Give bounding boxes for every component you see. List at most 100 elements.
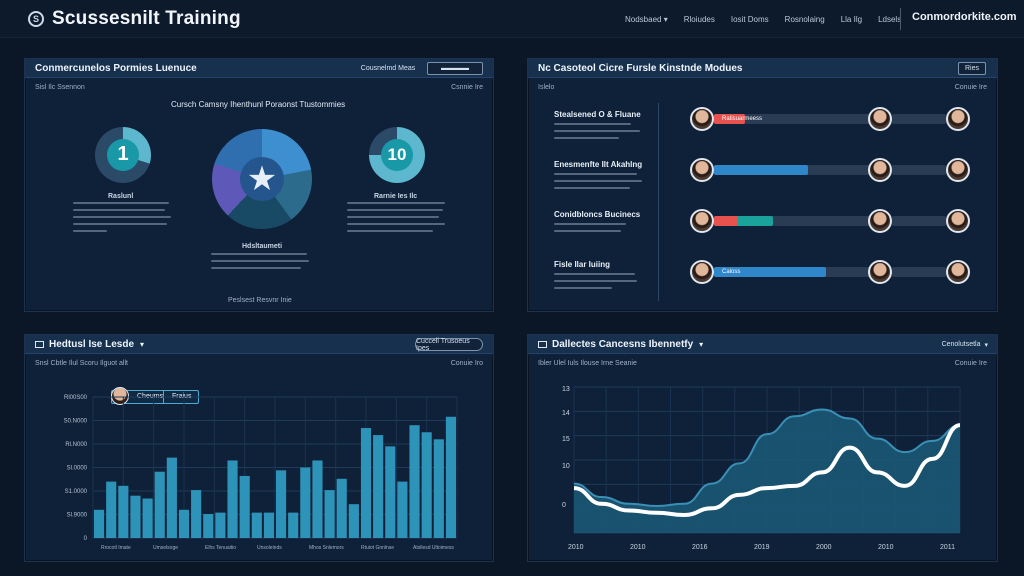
x-tick-label: Elhs Tenuaitio [205,545,236,551]
bar[interactable] [178,509,190,538]
avatar[interactable] [690,260,714,284]
module-title: Conidbloncs Bucinecs [554,210,641,219]
bar[interactable] [324,490,335,538]
panel-action-button[interactable]: Ries [958,62,986,75]
y-tick-label: S1.0000 [65,489,88,495]
progress-track [714,216,870,226]
avatar[interactable] [690,158,714,182]
bar[interactable] [360,428,372,538]
module-title: Fisle Ilar Iuiing [554,260,611,269]
x-tick-label: Atsllesd Ultoimess [413,545,454,551]
bar-chart: Rl00S00 S0.N000 Rl.N000 Sl.0000 S1.0000 Sl.90… [64,395,458,551]
x-tick-label: Rrocotl Imate [101,545,131,551]
panel-divider [658,103,659,301]
account-link[interactable]: Conmordorkite.com [912,11,1017,23]
x-tick-label: 2010 [568,544,584,551]
avatar[interactable] [946,158,970,182]
bar[interactable] [203,514,214,538]
panel-action-button[interactable]: ▬▬▬▬ [427,62,483,75]
bar[interactable] [397,481,408,538]
x-tick-label: Umselsoge [153,545,178,551]
panel-link[interactable]: Cousnelmd Meas [360,62,416,75]
progress-fill [714,165,808,175]
y-tick-label: 0 [562,502,566,509]
bar[interactable] [106,481,117,538]
avatar[interactable] [868,158,892,182]
bar[interactable] [288,512,299,538]
bar[interactable] [312,460,323,538]
x-tick-label: 2016 [692,544,708,551]
bar[interactable] [409,425,420,538]
progress-track-tail [892,165,946,175]
nav-item-4[interactable]: Rosnolaing [785,15,825,24]
bar[interactable] [239,475,250,538]
y-tick-label: Sl.9000 [67,513,88,519]
center-text-lines [211,253,311,274]
module-desc [554,273,644,294]
progress-label: Caloss [722,269,741,275]
panel-title: Nc Casoteol Cicre Fursle Kinstnde Modues [538,62,743,74]
y-tick-label: 0 [84,536,88,542]
bar[interactable] [118,485,129,538]
bar[interactable] [336,478,347,538]
chevron-down-icon: ▾ [663,14,668,24]
bar[interactable] [348,504,359,538]
panel-subtitle: Islelo [538,84,555,91]
nav-item-3[interactable]: Iosit Doms [731,15,769,24]
progress-track [714,165,870,175]
panel-action-label: ▬▬▬▬ [441,65,469,72]
panel-header: Nc Casoteol Cicre Fursle Kinstnde Modues [528,59,997,78]
app-logo-icon[interactable]: S [28,10,44,27]
bar[interactable] [130,495,141,538]
avatar[interactable] [690,209,714,233]
right-caption: Rarnie Ies Ilc [374,193,418,200]
progress-fill [714,216,774,226]
y-tick-label: 15 [562,436,570,443]
x-tick-label: 2000 [816,544,832,551]
bar[interactable] [251,512,262,538]
panel-completion-overview: Conmercunelos Pormies Luenuce Cousnelmd … [24,58,494,312]
panel-title: Conmercunelos Pormies Luenuce [35,62,197,74]
nav-label: Nodsbaed [625,14,662,24]
bar[interactable] [94,509,105,538]
panel-meta: Csnnie Ire [451,84,483,91]
bar[interactable] [445,416,456,538]
bar[interactable] [166,457,177,538]
nav-item-2[interactable]: Rloiudes [684,15,715,24]
progress-track-tail [892,267,946,277]
bar[interactable] [154,471,165,538]
right-donut-value: 10 [387,145,407,164]
avatar[interactable] [868,260,892,284]
module-desc [554,123,644,144]
nav-item-6[interactable]: Ldsels [878,15,901,24]
avatar[interactable] [868,107,892,131]
bar[interactable] [276,470,287,538]
line-chart: 13 14 15 10 0 2010 2010 2016 2019 2000 2010 2011 [562,386,961,551]
bar[interactable] [215,512,226,538]
left-donut-value: 1 [117,143,129,165]
bar[interactable] [373,435,384,538]
bar[interactable] [191,490,202,538]
bar[interactable] [421,432,432,538]
progress-track: Ratisuarmeess [714,114,870,124]
avatar[interactable] [690,107,714,131]
avatar[interactable] [946,209,970,233]
x-tick-label: 2019 [754,544,770,551]
left-caption: Raslunl [108,193,134,200]
bar[interactable] [227,460,238,538]
nav-item-dashboard[interactable]: Nodsbaed ▾ [625,15,668,24]
chart-title: Cursch Camsny Ihenthunl Poraonst Ttustom… [171,100,346,109]
avatar[interactable] [946,107,970,131]
y-tick-label: Rl00S00 [64,395,88,401]
nav-item-5[interactable]: Lla Ilg [841,15,862,24]
avatar[interactable] [868,209,892,233]
progress-track-tail [892,216,946,226]
bar[interactable] [142,498,153,538]
bar[interactable] [385,446,396,538]
x-tick-label: Unsoleinds [257,545,282,551]
bar[interactable] [433,439,444,538]
bar[interactable] [300,467,311,539]
bar[interactable] [263,512,274,538]
avatar[interactable] [946,260,970,284]
y-tick-label: 14 [562,410,570,417]
